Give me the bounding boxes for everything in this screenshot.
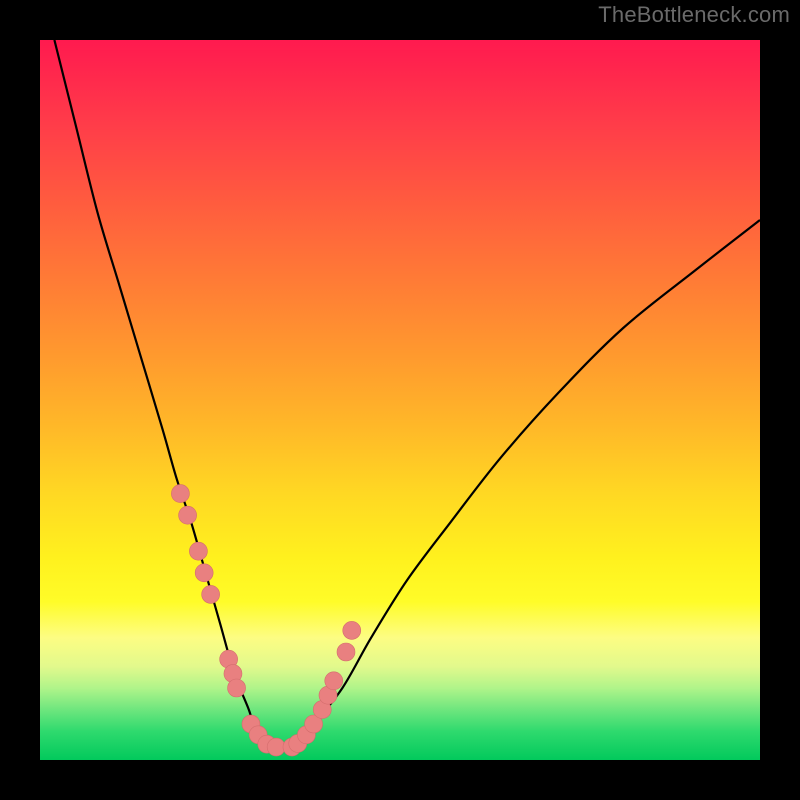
- marker-point: [337, 643, 355, 661]
- marker-point: [343, 621, 361, 639]
- marker-point: [202, 585, 220, 603]
- chart-stage: TheBottleneck.com: [0, 0, 800, 800]
- marker-point: [189, 542, 207, 560]
- watermark-text: TheBottleneck.com: [598, 2, 790, 28]
- marker-point: [325, 672, 343, 690]
- marker-point: [228, 679, 246, 697]
- curve-svg: [40, 40, 760, 760]
- marker-group: [171, 485, 360, 756]
- bottleneck-curve: [54, 40, 760, 748]
- marker-point: [171, 485, 189, 503]
- plot-area: [40, 40, 760, 760]
- marker-point: [179, 506, 197, 524]
- marker-point: [267, 738, 285, 756]
- marker-point: [195, 564, 213, 582]
